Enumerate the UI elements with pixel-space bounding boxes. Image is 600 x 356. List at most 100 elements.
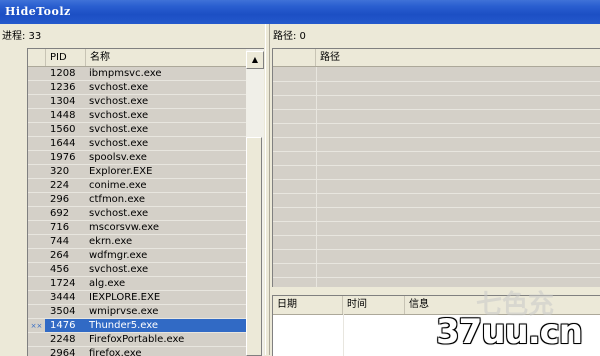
column-header-pid[interactable]: PID bbox=[46, 49, 86, 66]
watermark: 37uu.cn bbox=[436, 312, 583, 352]
process-flag bbox=[28, 67, 45, 80]
process-pid: 296 bbox=[50, 194, 70, 205]
process-flag bbox=[28, 109, 45, 122]
column-header-path-flag[interactable] bbox=[273, 49, 316, 66]
path-row[interactable] bbox=[273, 165, 600, 180]
column-header-path[interactable]: 路径 bbox=[316, 49, 600, 66]
path-list[interactable]: 路径 bbox=[272, 48, 600, 287]
path-row[interactable] bbox=[273, 235, 600, 250]
process-row[interactable]: 1304 svchost.exe bbox=[28, 95, 246, 109]
process-pid: 1724 bbox=[50, 278, 76, 289]
path-row[interactable] bbox=[273, 67, 600, 82]
process-row[interactable]: 1208 ibmpmsvc.exe bbox=[28, 67, 246, 81]
column-header-flag[interactable] bbox=[28, 49, 46, 66]
path-row[interactable] bbox=[273, 109, 600, 124]
process-name: svchost.exe bbox=[89, 208, 149, 219]
process-name: svchost.exe bbox=[89, 264, 149, 275]
process-row[interactable]: 1236 svchost.exe bbox=[28, 81, 246, 95]
process-scrollbar[interactable]: ▲ bbox=[246, 49, 264, 356]
column-header-name[interactable]: 名称 bbox=[86, 49, 246, 66]
process-row[interactable]: 296 ctfmon.exe bbox=[28, 193, 246, 207]
process-name: Thunder5.exe bbox=[89, 320, 159, 331]
process-row[interactable]: 1724 alg.exe bbox=[28, 277, 246, 291]
path-row[interactable] bbox=[273, 151, 600, 166]
process-row[interactable]: 3444 IEXPLORE.EXE bbox=[28, 291, 246, 305]
path-count-label: 路径: 0 bbox=[273, 31, 306, 42]
process-name: svchost.exe bbox=[89, 124, 149, 135]
process-row[interactable]: 224 conime.exe bbox=[28, 179, 246, 193]
path-row[interactable] bbox=[273, 207, 600, 222]
path-row[interactable] bbox=[273, 137, 600, 152]
process-row[interactable]: 716 mscorsvw.exe bbox=[28, 221, 246, 235]
process-pid: 224 bbox=[50, 180, 70, 191]
process-name: mscorsvw.exe bbox=[89, 222, 159, 233]
path-row[interactable] bbox=[273, 179, 600, 194]
column-header-time[interactable]: 时间 bbox=[343, 296, 405, 314]
process-flag bbox=[28, 235, 45, 248]
process-flag bbox=[28, 277, 45, 290]
process-name: Explorer.EXE bbox=[89, 166, 153, 177]
process-name: wmiprvse.exe bbox=[89, 306, 159, 317]
process-flag bbox=[28, 207, 45, 220]
process-pid: 320 bbox=[50, 166, 70, 177]
path-column-divider bbox=[316, 67, 317, 287]
process-name: ibmpmsvc.exe bbox=[89, 68, 162, 79]
process-name: svchost.exe bbox=[89, 110, 149, 121]
process-row[interactable]: 692 svchost.exe bbox=[28, 207, 246, 221]
process-flag bbox=[28, 95, 45, 108]
process-flag bbox=[28, 263, 45, 276]
process-flag: ×× bbox=[28, 319, 45, 332]
process-name: IEXPLORE.EXE bbox=[89, 292, 161, 303]
process-row[interactable]: 456 svchost.exe bbox=[28, 263, 246, 277]
process-pid: 264 bbox=[50, 250, 70, 261]
column-header-date[interactable]: 日期 bbox=[273, 296, 343, 314]
path-row[interactable] bbox=[273, 95, 600, 110]
process-row[interactable]: 1560 svchost.exe bbox=[28, 123, 246, 137]
process-name: FirefoxPortable.exe bbox=[89, 334, 185, 345]
process-name: alg.exe bbox=[89, 278, 126, 289]
process-pid: 1644 bbox=[50, 138, 76, 149]
process-row[interactable]: 320 Explorer.EXE bbox=[28, 165, 246, 179]
process-pid: 1304 bbox=[50, 96, 76, 107]
process-count-label: 进程: 33 bbox=[2, 31, 42, 42]
path-row[interactable] bbox=[273, 249, 600, 264]
path-row[interactable] bbox=[273, 263, 600, 278]
process-flag bbox=[28, 305, 45, 318]
process-flag bbox=[28, 291, 45, 304]
process-flag bbox=[28, 179, 45, 192]
process-row[interactable]: 2248 FirefoxPortable.exe bbox=[28, 333, 246, 347]
process-pid: 3504 bbox=[50, 306, 76, 317]
process-pid: 744 bbox=[50, 236, 70, 247]
process-flag bbox=[28, 151, 45, 164]
path-row[interactable] bbox=[273, 193, 600, 208]
process-name: svchost.exe bbox=[89, 138, 149, 149]
process-flag bbox=[28, 249, 45, 262]
process-pid: 2248 bbox=[50, 334, 76, 345]
process-row[interactable]: 3504 wmiprvse.exe bbox=[28, 305, 246, 319]
process-row[interactable]: 1448 svchost.exe bbox=[28, 109, 246, 123]
scroll-up-arrow-icon[interactable]: ▲ bbox=[246, 51, 264, 69]
process-name: svchost.exe bbox=[89, 82, 149, 93]
process-row[interactable]: ×× 1476 Thunder5.exe bbox=[28, 319, 246, 333]
process-pid: 716 bbox=[50, 222, 70, 233]
process-row[interactable]: 744 ekrn.exe bbox=[28, 235, 246, 249]
process-rows: 1208 ibmpmsvc.exe 1236 svchost.exe 1304 svcho… bbox=[28, 67, 246, 356]
process-row[interactable]: 1644 svchost.exe bbox=[28, 137, 246, 151]
process-pid: 1448 bbox=[50, 110, 76, 121]
process-pid: 456 bbox=[50, 264, 70, 275]
scroll-thumb[interactable] bbox=[246, 137, 262, 356]
process-list-header: PID 名称 bbox=[28, 49, 246, 67]
path-row[interactable] bbox=[273, 123, 600, 138]
process-flag bbox=[28, 81, 45, 94]
process-row[interactable]: 1976 spoolsv.exe bbox=[28, 151, 246, 165]
process-row[interactable]: 264 wdfmgr.exe bbox=[28, 249, 246, 263]
process-name: ctfmon.exe bbox=[89, 194, 146, 205]
process-pid: 692 bbox=[50, 208, 70, 219]
process-flag bbox=[28, 137, 45, 150]
panel-splitter[interactable] bbox=[265, 24, 270, 355]
path-row[interactable] bbox=[273, 221, 600, 236]
process-flag bbox=[28, 221, 45, 234]
process-list[interactable]: PID 名称 1208 ibmpmsvc.exe 1236 svchost.exe 13… bbox=[27, 48, 264, 356]
process-flag bbox=[28, 193, 45, 206]
path-row[interactable] bbox=[273, 81, 600, 96]
